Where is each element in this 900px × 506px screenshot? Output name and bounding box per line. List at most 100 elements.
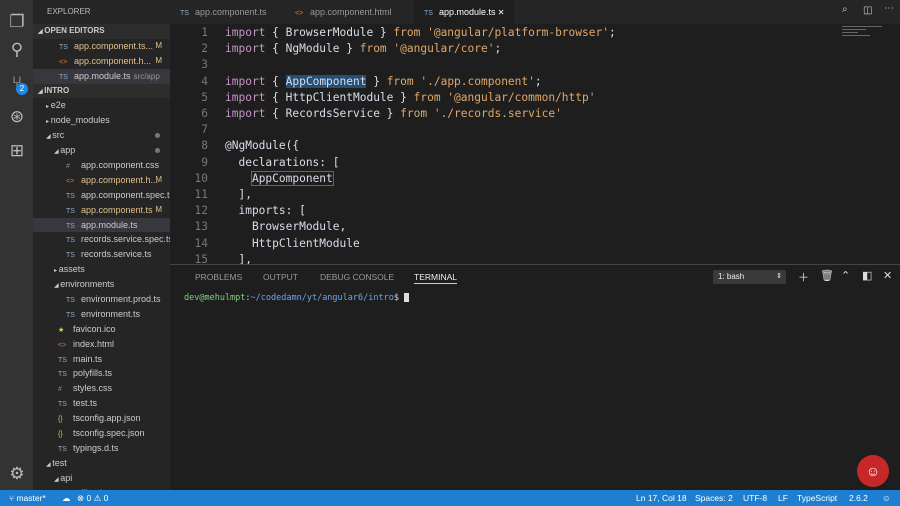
file-item[interactable]: TS app.component.spec.ts (33, 188, 170, 203)
problems-indicator[interactable]: ⊗ 0 ⚠ 0 (77, 490, 108, 506)
tab-label: app.component.ts (195, 7, 267, 17)
tab-app-component-html[interactable]: <> app.component.html (285, 0, 402, 24)
open-editor-item[interactable]: <> app.component.h... M (33, 54, 170, 69)
code-token: import (225, 107, 266, 120)
file-name: app.component.h... (74, 55, 152, 66)
tab-app-component-ts[interactable]: TS app.component.ts (170, 0, 277, 24)
search-icon[interactable]: ⚲ (7, 40, 27, 60)
line-number: 6 (201, 107, 208, 120)
code-editor[interactable]: 1 import { BrowserModule } from '@angular… (170, 24, 900, 266)
code-token: import (225, 90, 266, 104)
encoding[interactable]: UTF-8 (743, 490, 767, 506)
folder-item[interactable]: ◢ api (33, 471, 170, 486)
gear-icon[interactable]: ⚙ (7, 464, 27, 484)
code-token: ; (534, 74, 542, 88)
floating-action-button[interactable]: ☺ (857, 455, 889, 487)
file-item[interactable]: TS environment.ts (33, 307, 170, 322)
folder-item[interactable]: ▸ assets (33, 262, 170, 277)
file-item[interactable]: # styles.css (33, 381, 170, 396)
open-editor-item[interactable]: TS app.module.ts src/app (33, 68, 170, 84)
file-item[interactable]: # app.component.css (33, 158, 170, 173)
tab-terminal[interactable]: TERMINAL (414, 270, 457, 284)
file-item[interactable]: <> index.html (33, 337, 170, 352)
file-item[interactable]: TS app.module.ts (33, 217, 170, 233)
file-item[interactable]: TS test.ts (33, 396, 170, 411)
code-token: ; (608, 26, 616, 39)
modified-dot (155, 148, 160, 154)
folder-item[interactable]: ◢ app (33, 143, 170, 158)
file-item[interactable]: TS polyfills.ts (33, 366, 170, 381)
modified-dot (155, 133, 160, 139)
project-section[interactable]: ◢ INTRO (33, 83, 170, 99)
item-name: records.service.ts (81, 249, 152, 260)
ts-version[interactable]: 2.6.2 (849, 490, 868, 506)
tab-app-module-ts[interactable]: TS app.module.ts ✕ (414, 0, 515, 24)
open-preview-icon[interactable]: ⌕ (842, 4, 848, 15)
folder-item[interactable]: ◢ test (33, 456, 170, 471)
item-name: tsconfig.spec.json (73, 428, 145, 439)
code-line: ], (225, 187, 251, 203)
line-ending[interactable]: LF (778, 490, 788, 506)
close-icon[interactable]: ✕ (496, 8, 505, 17)
file-item[interactable]: TS records.service.spec.ts (33, 232, 170, 247)
close-panel-icon[interactable]: ✕ (883, 269, 892, 282)
file-item[interactable]: {} tsconfig.app.json (33, 411, 170, 426)
code-token: { NgModule } (265, 42, 360, 56)
files-icon[interactable]: ❐ (7, 12, 27, 32)
folder-item[interactable]: ▸ e2e (33, 98, 170, 113)
branch-indicator[interactable]: ⑂ master* (9, 490, 46, 506)
folder-item[interactable]: ▸ node_modules (33, 113, 170, 128)
language-mode[interactable]: TypeScript (797, 490, 837, 506)
file-item[interactable]: {} tsconfig.spec.json (33, 426, 170, 441)
tab-problems[interactable]: PROBLEMS (195, 270, 242, 284)
open-editors-section[interactable]: ◢ OPEN EDITORS (33, 24, 170, 39)
trash-icon[interactable]: 🗑 (820, 269, 834, 282)
code-token: { (265, 74, 286, 88)
file-item[interactable]: TS records.service.ts (33, 247, 170, 262)
open-editor-item[interactable]: TS app.component.ts... M (33, 39, 170, 54)
feedback-smiley-icon[interactable]: ☺ (882, 490, 891, 506)
more-actions-icon[interactable]: ⋯ (884, 3, 894, 14)
modified-badge: M (155, 55, 162, 65)
toggle-panel-position-icon[interactable]: ◧ (862, 269, 872, 282)
sync-icon[interactable]: ☁ (62, 490, 71, 506)
tab-debug-console[interactable]: DEBUG CONSOLE (320, 270, 394, 284)
code-line: HttpClientModule (225, 236, 360, 252)
split-editor-icon[interactable]: ◫ (863, 5, 872, 16)
line-number: 14 (194, 236, 208, 250)
folder-item[interactable]: ◢ src (33, 128, 170, 143)
extensions-icon[interactable]: ⊞ (7, 141, 27, 161)
file-item[interactable]: ★ favicon.ico (33, 322, 170, 337)
folder-item[interactable]: ◢ environments (33, 277, 170, 292)
code-token: '@angular/platform-browser' (420, 26, 609, 39)
code-token: './records.service' (427, 107, 562, 120)
terminal[interactable]: dev@mehulmpt:~/codedamn/yt/angular6/intr… (184, 293, 410, 303)
item-name: polyfills.ts (73, 368, 113, 379)
cursor-position[interactable]: Ln 17, Col 18 (636, 490, 687, 506)
indentation[interactable]: Spaces: 2 (695, 490, 733, 506)
item-name: test (52, 457, 67, 468)
file-item[interactable]: TS typings.d.ts (33, 441, 170, 456)
open-editors-section-label: OPEN EDITORS (44, 26, 105, 35)
item-name: node_modules (50, 115, 110, 126)
modified-badge: M (155, 174, 162, 184)
maximize-panel-icon[interactable]: ⌃ (841, 269, 850, 282)
new-terminal-icon[interactable]: ＋ (798, 269, 809, 285)
terminal-prompt: $ (393, 293, 405, 303)
line-number: 10 (194, 171, 208, 185)
file-item[interactable]: TS main.ts (33, 352, 170, 367)
file-item[interactable]: TS app.component.ts M (33, 203, 170, 218)
code-token: from (413, 90, 441, 104)
code-token: ; (494, 42, 502, 56)
debug-icon[interactable]: ⊛ (7, 107, 27, 127)
code-line: import { RecordsService } from './record… (225, 106, 562, 122)
code-line: AppComponent (225, 170, 334, 187)
terminal-select[interactable]: 1: bash ⇕ (713, 270, 786, 284)
file-type-icon: <> (295, 10, 304, 17)
tab-output[interactable]: OUTPUT (263, 270, 298, 284)
file-type-icon: TS (424, 10, 433, 17)
file-item[interactable]: <> app.component.h... M (33, 173, 170, 188)
file-item[interactable]: TS environment.prod.ts (33, 292, 170, 307)
tab-label: app.component.html (310, 7, 392, 17)
